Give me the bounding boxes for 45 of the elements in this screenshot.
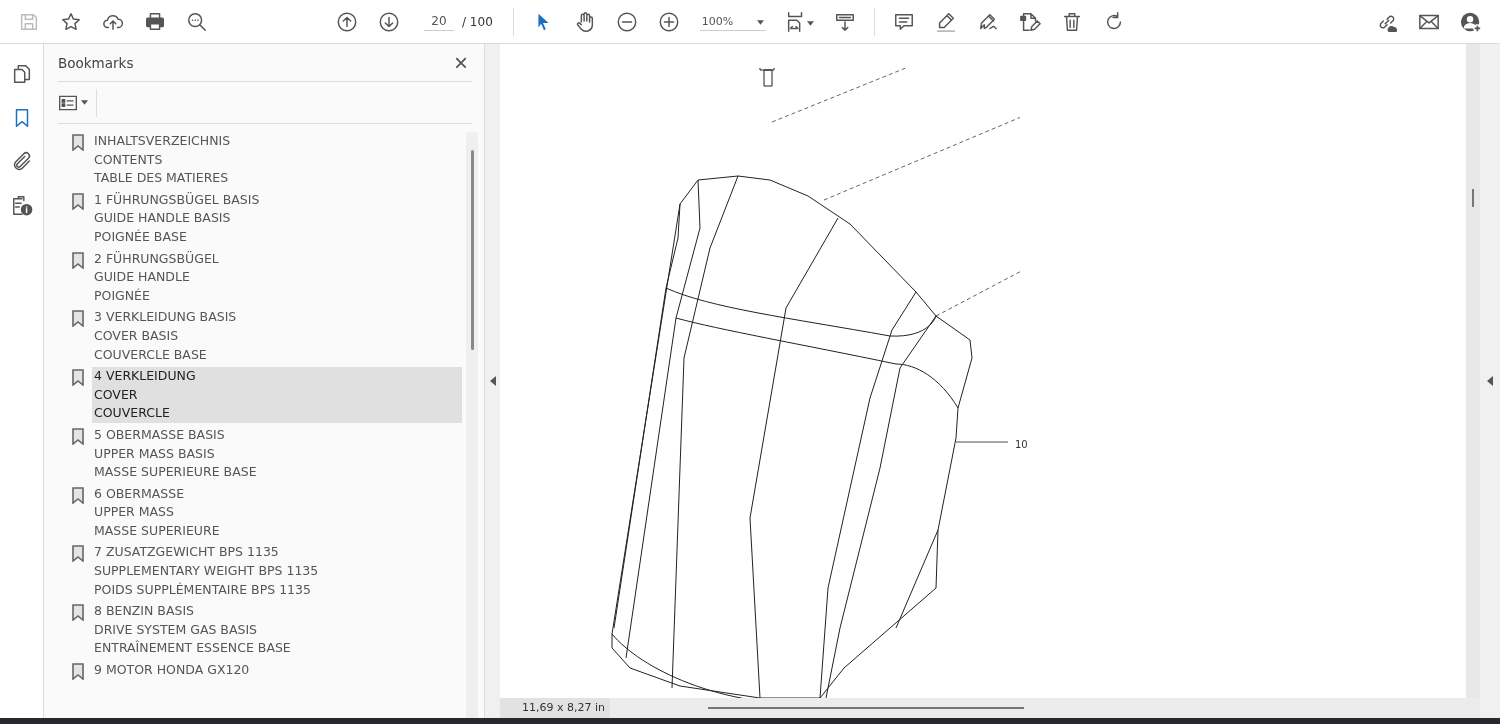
- page-total: / 100: [462, 14, 493, 29]
- bookmark-item[interactable]: 8 BENZIN BASIS DRIVE SYSTEM GAS BASIS ENTRAÎNEMENT ESSENCE BASE: [92, 602, 462, 659]
- bookmark-icon[interactable]: [72, 663, 84, 681]
- highlighter-icon[interactable]: [934, 10, 957, 33]
- horizontal-scrollbar[interactable]: [708, 707, 1024, 709]
- edit-document-icon[interactable]: [1018, 10, 1041, 33]
- expand-arrow-icon[interactable]: [1487, 376, 1493, 386]
- bookmark-icon[interactable]: [72, 486, 84, 504]
- scrollbar[interactable]: [466, 132, 478, 718]
- star-icon[interactable]: [60, 10, 82, 33]
- callout-number: 10: [1015, 439, 1028, 452]
- bookmark-item[interactable]: 7 ZUSATZGEWICHT BPS 1135 SUPPLEMENTARY WEIGHT BPS 1135 POIDS SUPPLÉMENTAIRE BPS 1135: [92, 543, 462, 600]
- bookmark-item[interactable]: 4 VERKLEIDUNG COVER COUVERCLE: [92, 367, 462, 423]
- bookmark-item[interactable]: 5 OBERMASSE BASIS UPPER MASS BASIS MASSE SUPERIEURE BASE: [92, 425, 462, 482]
- collapse-arrow-icon[interactable]: [489, 376, 496, 386]
- bookmark-icon[interactable]: [72, 369, 84, 387]
- document-info-icon[interactable]: [10, 195, 33, 217]
- caret-icon[interactable]: [756, 19, 764, 25]
- panel-title: Bookmarks: [58, 54, 134, 71]
- bookmark-item[interactable]: INHALTSVERZEICHNIS CONTENTS TABLE DES MATIERES: [92, 132, 462, 188]
- bookmark-icon[interactable]: [72, 604, 84, 622]
- scrollbar[interactable]: [1472, 189, 1474, 207]
- user-add-icon[interactable]: [1460, 10, 1482, 33]
- bookmark-item[interactable]: 1 FÜHRUNGSBÜGEL BASIS GUIDE HANDLE BASIS POIGNÉE BASE: [92, 190, 462, 247]
- bookmark-item[interactable]: 2 FÜHRUNGSBÜGEL GUIDE HANDLE POIGNÉE: [92, 249, 462, 306]
- caret-icon[interactable]: [81, 100, 88, 105]
- zoom-out-icon[interactable]: [615, 10, 638, 33]
- bookmark-item[interactable]: 3 VERKLEIDUNG BASIS COVER BASIS COUVERCLE BASE: [92, 308, 462, 365]
- bookmark-item[interactable]: 9 MOTOR HONDA GX120: [92, 661, 462, 680]
- zoom-dropdown[interactable]: 100%: [699, 12, 766, 31]
- print-icon[interactable]: [144, 10, 166, 33]
- bookmark-icon[interactable]: [72, 192, 84, 210]
- bookmark-icon[interactable]: [72, 427, 84, 445]
- zoom-in-icon[interactable]: [657, 10, 680, 33]
- bookmark-icon[interactable]: [72, 134, 84, 151]
- close-button[interactable]: ×: [450, 50, 472, 75]
- bookmark-icon[interactable]: [72, 310, 84, 328]
- bookmark-icon[interactable]: [72, 545, 84, 563]
- bookmark-item[interactable]: 6 OBERMASSE UPPER MASS MASSE SUPERIEURE: [92, 484, 462, 541]
- options-button[interactable]: [58, 88, 97, 117]
- search-icon[interactable]: [186, 10, 208, 33]
- page-number-field[interactable]: 20: [424, 12, 454, 31]
- caret-icon[interactable]: [807, 21, 815, 26]
- page-size-label: 11,69 x 8,27 in: [500, 698, 610, 718]
- bookmark-icon[interactable]: [72, 251, 84, 269]
